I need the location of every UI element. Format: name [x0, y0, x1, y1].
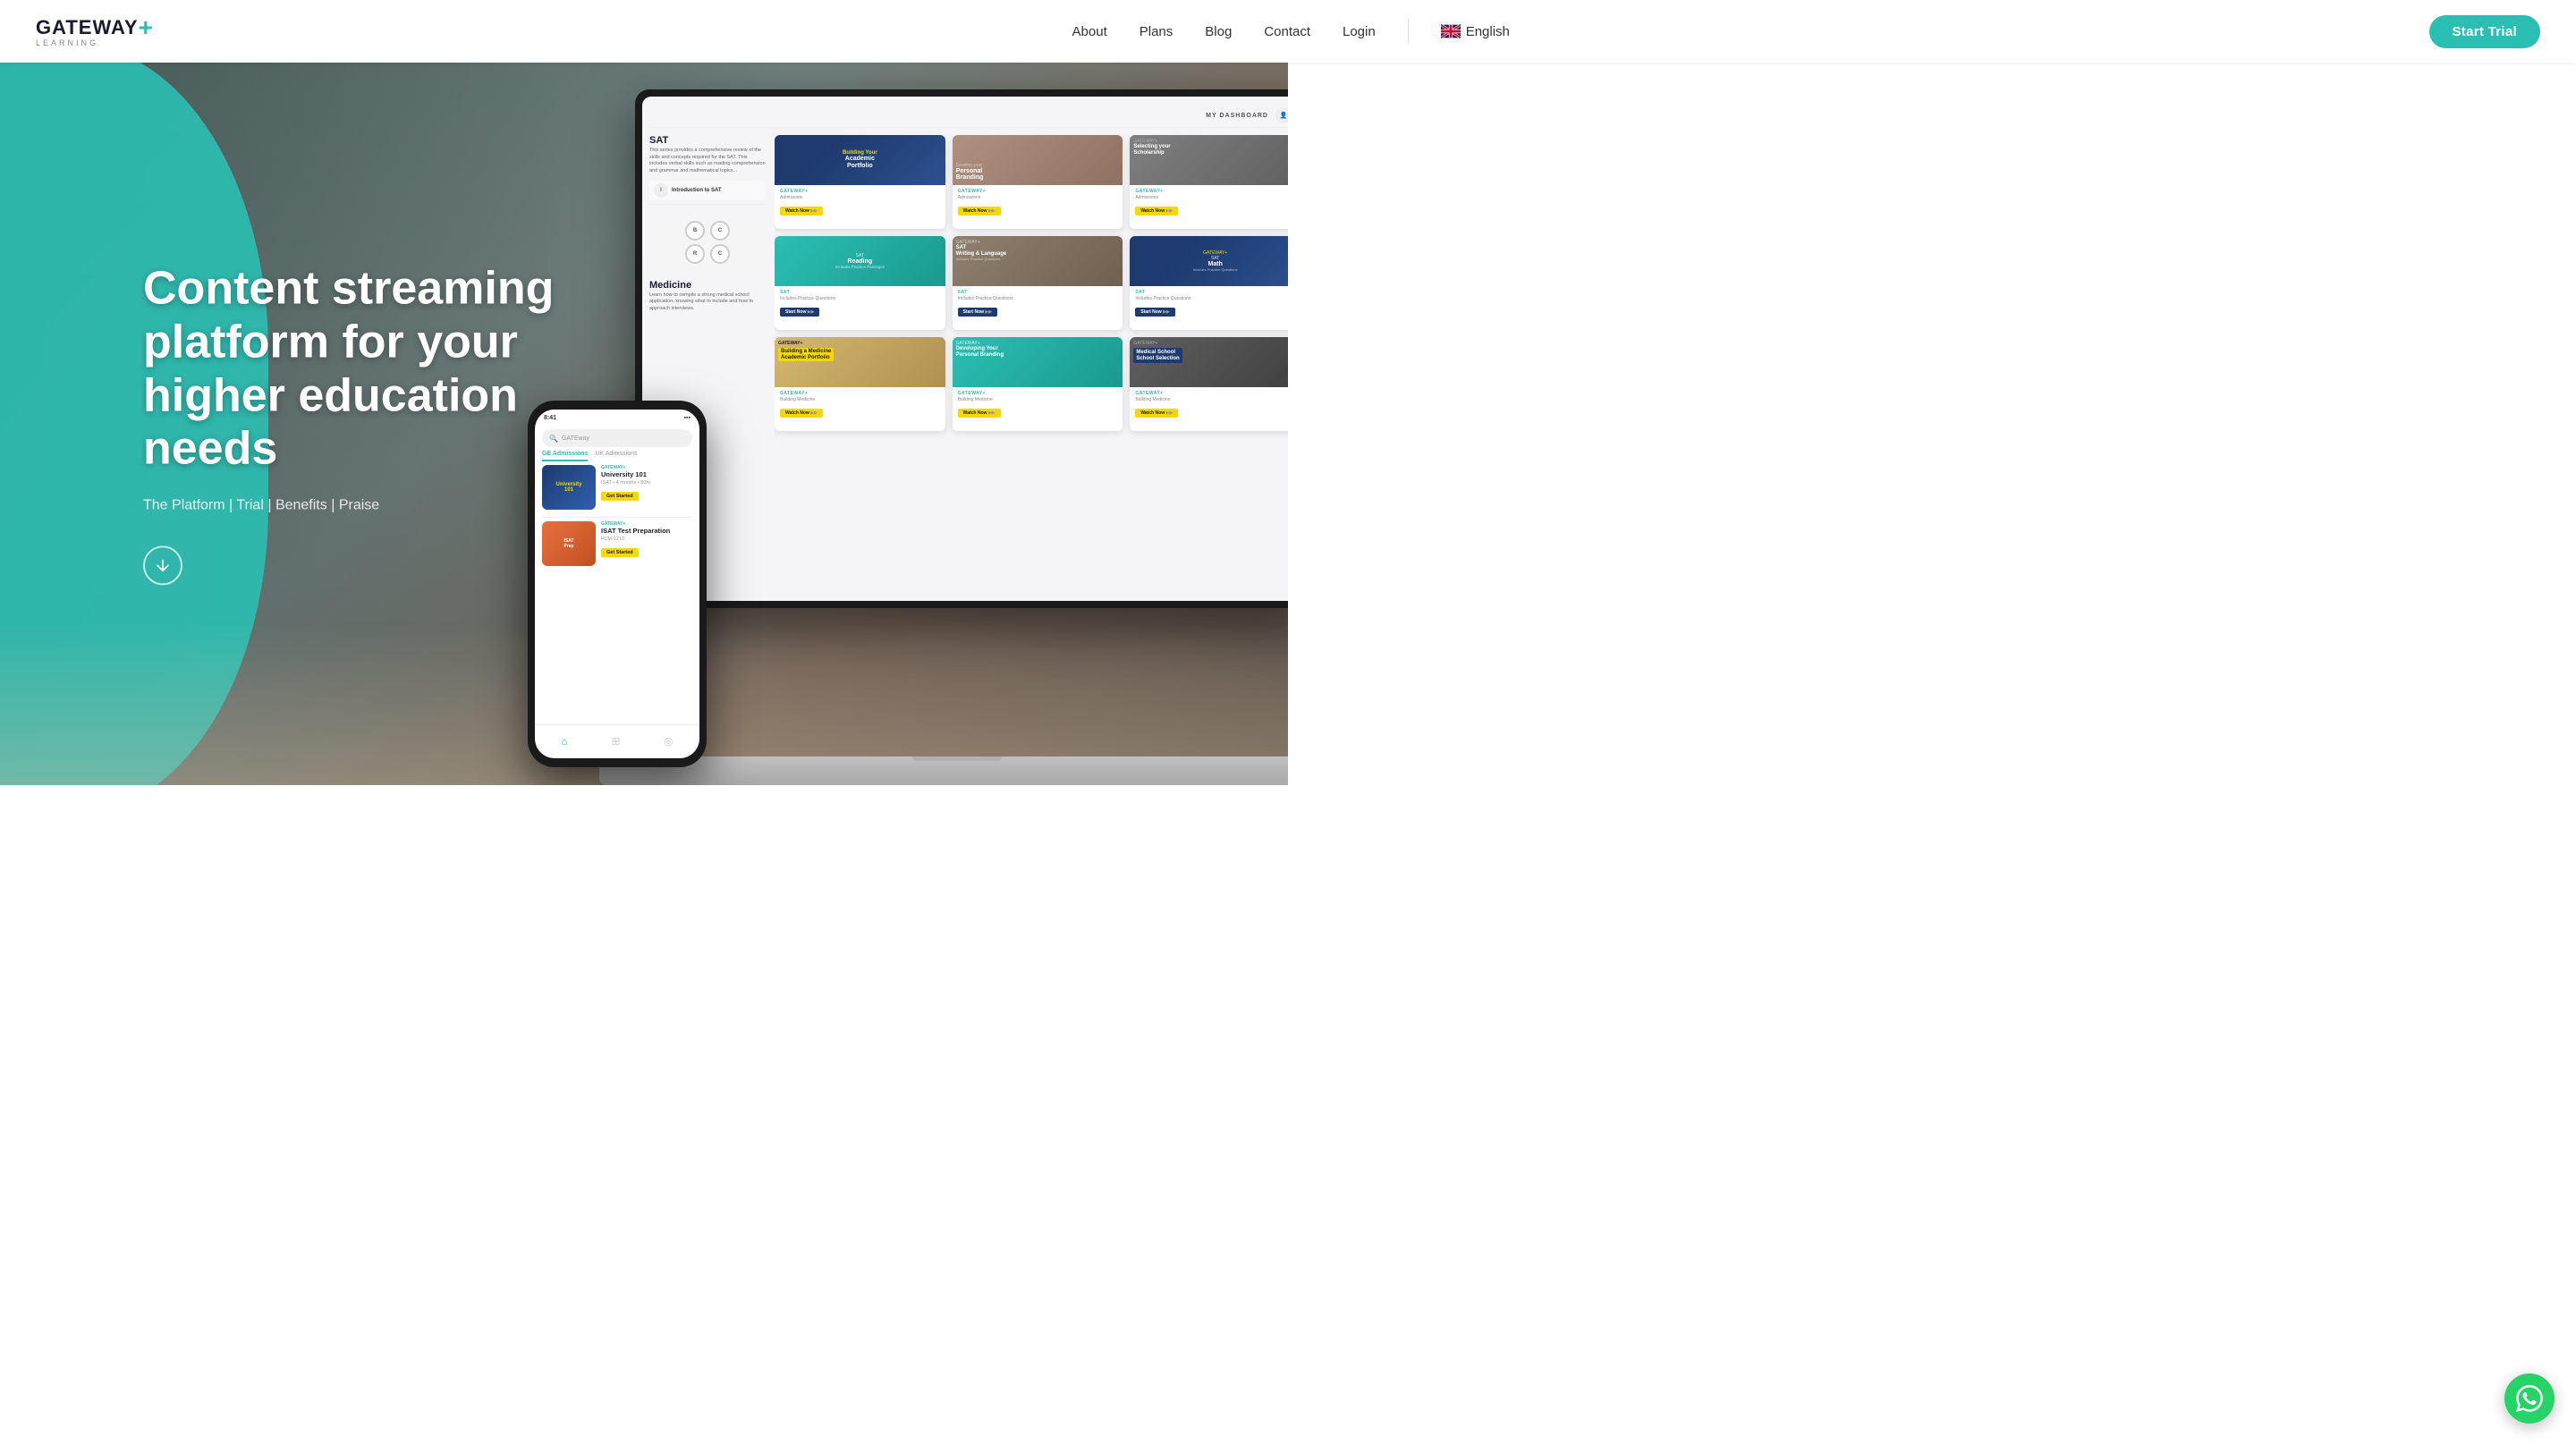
subtitle-sep2: |	[267, 498, 275, 513]
subtitle-platform[interactable]: The Platform	[143, 498, 225, 513]
scroll-down-button[interactable]	[143, 546, 182, 586]
user-avatar: 👤	[1275, 107, 1288, 123]
phone-search-nav-icon[interactable]: ⊞	[611, 735, 620, 748]
medicine-section-label: Medicine	[649, 280, 766, 291]
language-label: English	[1466, 24, 1510, 39]
language-selector[interactable]: English	[1441, 24, 1510, 39]
whatsapp-icon	[2516, 1385, 2543, 1412]
laptop-hinge	[912, 756, 1002, 761]
start-trial-button[interactable]: Start Trial	[2429, 15, 2541, 48]
subtitle-benefits[interactable]: Benefits	[275, 498, 327, 513]
laptop-base	[599, 756, 1288, 785]
laptop-screen-outer: MY DASHBOARD 👤 SAT This series provides …	[635, 89, 1288, 608]
phone-course-name-university: University 101	[601, 470, 692, 478]
course-card-branding: Develop your PersonalBranding GATEWAY+ A…	[953, 135, 1123, 229]
hero-content: Content streaming platform for your high…	[143, 262, 608, 585]
course-card-med-branding: GATEWAY+ Developing YourPersonal Brandin…	[953, 337, 1123, 431]
phone-bottom-nav: ⌂ ⊞ ◎	[535, 724, 699, 756]
medicine-description: Learn how to compile a strong medical sc…	[649, 292, 766, 313]
course-row-2: SAT Reading Includes Practice Passages S…	[775, 236, 1288, 330]
logo-plus-icon: +	[139, 15, 153, 40]
course-card-sat-writing: GATEWAY+ SATWriting & Language Includes …	[953, 236, 1123, 330]
nav-divider	[1408, 19, 1409, 44]
course-card-med-portfolio: GATEWAY+ Building a MedicineAcademic Por…	[775, 337, 945, 431]
subtitle-sep3: |	[331, 498, 339, 513]
nav-blog[interactable]: Blog	[1205, 24, 1232, 39]
phone-course-info-isat: GATEWAY+ ISAT Test Preparation FCM-1210 …	[601, 521, 692, 558]
nav-plans[interactable]: Plans	[1140, 24, 1174, 39]
chevron-down-icon	[154, 557, 172, 575]
phone-home-icon[interactable]: ⌂	[561, 735, 567, 748]
logo-text: GATEWAY	[36, 18, 139, 38]
course-row-3: GATEWAY+ Building a MedicineAcademic Por…	[775, 337, 1288, 431]
hero-title: Content streaming platform for your high…	[143, 262, 608, 476]
nav-contact[interactable]: Contact	[1264, 24, 1310, 39]
phone-profile-icon[interactable]: ◎	[664, 735, 673, 748]
course-card-school-selection: GATEWAY+ Medical SchoolSchool Selection	[1130, 337, 1288, 431]
phone-course-info-university: GATEWAY+ University 101 ISAT • 4 months …	[601, 465, 692, 502]
phone-status-icons: ▪▪▪	[684, 415, 691, 421]
logo: GATEWAY + LEARNING	[36, 15, 153, 47]
phone-course-name-isat: ISAT Test Preparation	[601, 527, 692, 535]
course-card-scholarship: GATEWAY+ Selecting yourScholarship GATEW…	[1130, 135, 1288, 229]
course-row-1: Building Your AcademicPortfolio GATEWAY+…	[775, 135, 1288, 229]
phone-course-meta-isat: FCM-1210	[601, 537, 692, 542]
course-card-sat-reading: SAT Reading Includes Practice Passages S…	[775, 236, 945, 330]
main-nav: About Plans Blog Contact Login English	[1072, 19, 1510, 44]
site-header: GATEWAY + LEARNING About Plans Blog Cont…	[0, 0, 2576, 63]
course-card-sat-math: GATEWAY+ SAT Math Includes Practice Ques…	[1130, 236, 1288, 330]
nav-login[interactable]: Login	[1343, 24, 1376, 39]
logo-subtext: LEARNING	[36, 38, 98, 47]
hero-subtitle: The Platform | Trial | Benefits | Praise	[143, 498, 608, 514]
sat-description: This series provides a comprehensive rev…	[649, 148, 766, 175]
course-grid-area: Building Your AcademicPortfolio GATEWAY+…	[775, 135, 1288, 594]
dashboard-label: MY DASHBOARD	[1206, 113, 1268, 119]
subtitle-trial[interactable]: Trial	[236, 498, 264, 513]
laptop-screen-inner: MY DASHBOARD 👤 SAT This series provides …	[642, 97, 1288, 601]
sat-intro-item: I Introduction to SAT	[649, 181, 766, 200]
course-card-portfolio: Building Your AcademicPortfolio GATEWAY+…	[775, 135, 945, 229]
hero-section: Content streaming platform for your high…	[0, 63, 1288, 785]
uk-flag-icon	[1441, 24, 1461, 38]
sat-section-label: SAT	[649, 135, 766, 146]
sat-diagram: B C R C	[649, 210, 766, 271]
subtitle-praise[interactable]: Praise	[339, 498, 379, 513]
phone-course-meta-university: ISAT • 4 months • 80hr	[601, 480, 692, 486]
whatsapp-button[interactable]	[2504, 1373, 2555, 1424]
nav-about[interactable]: About	[1072, 24, 1107, 39]
